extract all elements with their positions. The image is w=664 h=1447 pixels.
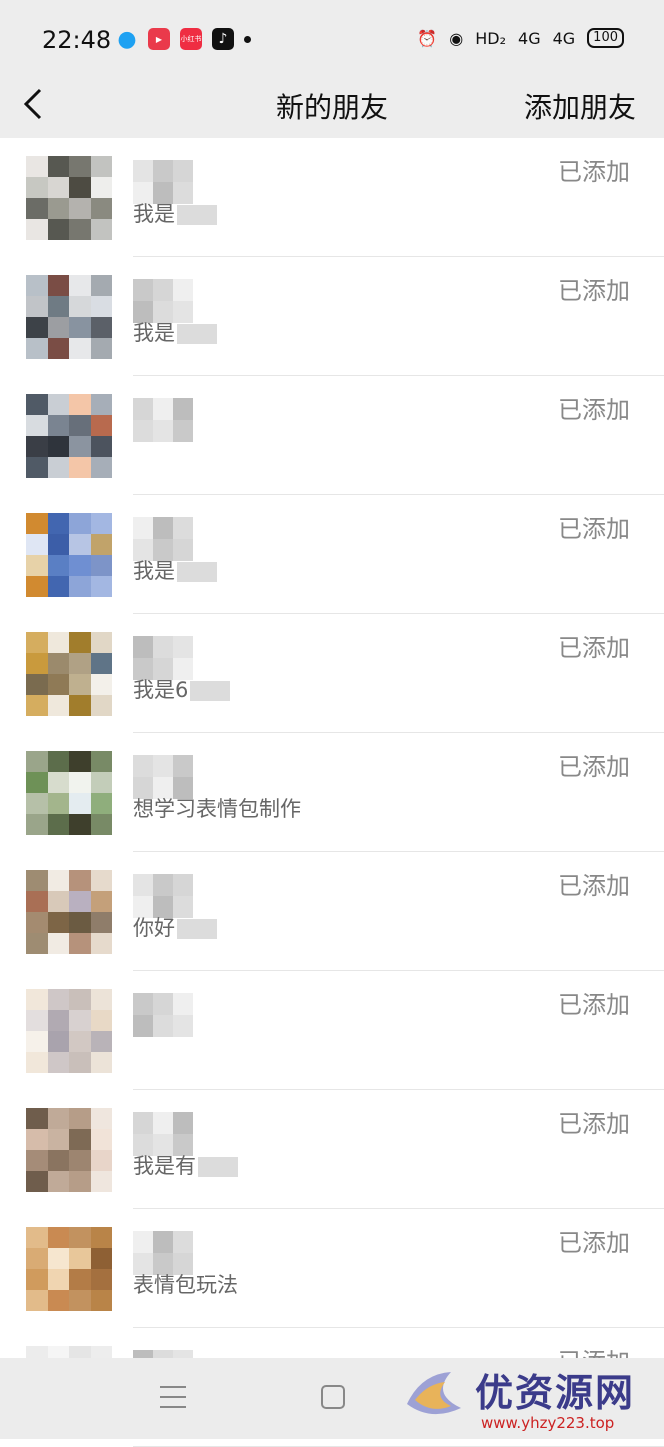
message-blur [177,205,217,225]
avatar[interactable] [26,394,112,478]
watermark-url: www.yhzy223.top [481,1414,615,1432]
more-notifications-icon [244,35,251,43]
added-status-label: 已添加 [558,1229,630,1257]
avatar[interactable] [26,275,112,359]
friend-message: 我是有 [133,1150,238,1180]
recent-apps-button[interactable] [160,1386,186,1408]
screen-record-icon: ▶ [148,28,170,50]
watermark: 优资源网 www.yhzy223.top [395,1358,664,1439]
friend-message: 你好 [133,912,217,942]
friend-message-text: 我是 [133,559,175,583]
friend-message: 我是 [133,555,217,585]
watermark-name: 优资源网 [475,1370,636,1415]
friend-message-text: 我是6 [133,678,189,702]
added-status-label: 已添加 [558,634,630,662]
friend-row[interactable]: 你好 已添加 [0,852,664,971]
added-status-label: 已添加 [558,515,630,543]
message-blur [177,919,217,939]
friend-message-text: 我是有 [133,1154,196,1178]
message-blur [198,1157,238,1177]
alarm-icon: ⏰ [417,28,438,48]
system-icons: ⏰ ◉ HD₂ 4G 4G 100 [417,28,624,48]
friend-name-blurred [133,398,193,442]
avatar[interactable] [26,870,112,954]
added-status-label: 已添加 [558,1110,630,1138]
friend-row[interactable]: 已添加 [0,971,664,1090]
message-blur [190,681,231,701]
battery-indicator: 100 [587,28,624,48]
friend-list: 我是 已添加 我是 已添加 已添加 我是 已添加 我是6 已添加 想学习表情包制作 已添加 你好 已添加… [0,138,664,1447]
signal-label-1: 4G [518,28,541,48]
avatar[interactable] [26,513,112,597]
add-friend-button[interactable]: 添加朋友 [524,86,636,126]
wifi-icon: ◉ [449,28,464,48]
friend-message: 表情包玩法 [133,1269,238,1299]
network-label: HD₂ [475,28,507,48]
watermark-logo-icon [407,1372,461,1415]
added-status-label: 已添加 [558,753,630,781]
friend-row[interactable]: 我是 已添加 [0,495,664,614]
tiktok-icon: ♪ [212,28,234,50]
friend-message-text: 你好 [133,916,175,940]
friend-message: 我是6 [133,674,231,704]
friend-message-text: 想学习表情包制作 [133,797,301,821]
friend-message-text: 我是 [133,202,175,226]
added-status-label: 已添加 [558,158,630,186]
notification-icons: ● ▶ 小红书 ♪ [116,26,251,52]
message-blur [177,324,217,344]
avatar[interactable] [26,156,112,240]
home-button[interactable] [321,1385,345,1409]
message-blur [177,562,217,582]
friend-row[interactable]: 我是有 已添加 [0,1090,664,1209]
signal-label-2: 4G [552,28,576,48]
friend-message-text: 我是 [133,321,175,345]
friend-row[interactable]: 已添加 [0,376,664,495]
avatar[interactable] [26,989,112,1073]
friend-name-blurred [133,993,193,1037]
title-bar: 新的朋友 添加朋友 [0,72,664,138]
avatar[interactable] [26,1108,112,1192]
added-status-label: 已添加 [558,396,630,424]
friend-message: 我是 [133,317,217,347]
friend-row[interactable]: 表情包玩法 已添加 [0,1209,664,1328]
friend-message: 想学习表情包制作 [133,793,301,823]
qq-icon: ● [117,26,137,52]
status-bar: 22:48 ● ▶ 小红书 ♪ ⏰ ◉ HD₂ 4G 4G 100 [0,0,664,72]
added-status-label: 已添加 [558,991,630,1019]
avatar[interactable] [26,751,112,835]
friend-row[interactable]: 我是 已添加 [0,257,664,376]
added-status-label: 已添加 [558,872,630,900]
xiaohongshu-icon: 小红书 [180,28,202,50]
avatar[interactable] [26,1227,112,1311]
friend-message-text: 表情包玩法 [133,1273,238,1297]
friend-row[interactable]: 我是 已添加 [0,138,664,257]
status-time: 22:48 [42,26,112,54]
added-status-label: 已添加 [558,277,630,305]
friend-message: 我是 [133,198,217,228]
friend-row[interactable]: 想学习表情包制作 已添加 [0,733,664,852]
friend-row[interactable]: 我是6 已添加 [0,614,664,733]
avatar[interactable] [26,632,112,716]
